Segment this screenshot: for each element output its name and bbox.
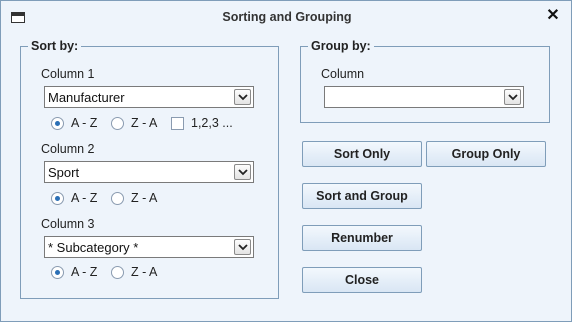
close-button[interactable]: Close [302,267,422,293]
sort-column-1-asc-radio[interactable] [51,117,64,130]
sort-column-1-numeric-checkbox[interactable] [171,117,184,130]
chevron-down-icon[interactable] [234,239,251,255]
sort-column-2-desc-label: Z - A [131,191,158,205]
sort-column-2-label: Column 2 [41,142,95,156]
sort-by-legend: Sort by: [31,39,79,53]
sort-column-2-select[interactable]: Sport [44,161,254,183]
sort-and-group-button[interactable]: Sort and Group [302,183,422,209]
chevron-down-icon[interactable] [234,89,251,105]
sort-column-3-desc-label: Z - A [131,265,158,279]
group-column-select[interactable] [324,86,524,108]
group-by-legend: Group by: [311,39,371,53]
sort-column-2-value: Sport [48,165,80,180]
sort-column-1-desc-radio[interactable] [111,117,124,130]
sort-column-1-asc-label: A - Z [71,116,98,130]
sort-column-3-value: * Subcategory * [48,240,139,255]
sort-column-1-value: Manufacturer [48,90,125,105]
sort-column-1-numeric-label: 1,2,3 ... [191,116,233,130]
sort-column-3-asc-label: A - Z [71,265,98,279]
title-bar[interactable]: Sorting and Grouping ✕ [1,1,571,33]
group-only-button[interactable]: Group Only [426,141,546,167]
sort-column-2-desc-radio[interactable] [111,192,124,205]
group-column-label: Column [321,67,365,81]
sort-column-3-asc-radio[interactable] [51,266,64,279]
renumber-button[interactable]: Renumber [302,225,422,251]
sort-column-1-desc-label: Z - A [131,116,158,130]
group-by-group: Group by: [300,39,550,123]
sort-only-button[interactable]: Sort Only [302,141,422,167]
sort-column-3-desc-radio[interactable] [111,266,124,279]
sorting-grouping-dialog: Sorting and Grouping ✕ Sort by: Column 1… [0,0,572,322]
sort-column-3-select[interactable]: * Subcategory * [44,236,254,258]
sort-column-3-label: Column 3 [41,217,95,231]
sort-column-1-label: Column 1 [41,67,95,81]
sort-column-2-asc-radio[interactable] [51,192,64,205]
chevron-down-icon[interactable] [234,164,251,180]
close-window-icon[interactable]: ✕ [545,8,561,24]
sort-column-2-asc-label: A - Z [71,191,98,205]
chevron-down-icon[interactable] [504,89,521,105]
window-title: Sorting and Grouping [222,10,352,24]
sort-column-1-select[interactable]: Manufacturer [44,86,254,108]
